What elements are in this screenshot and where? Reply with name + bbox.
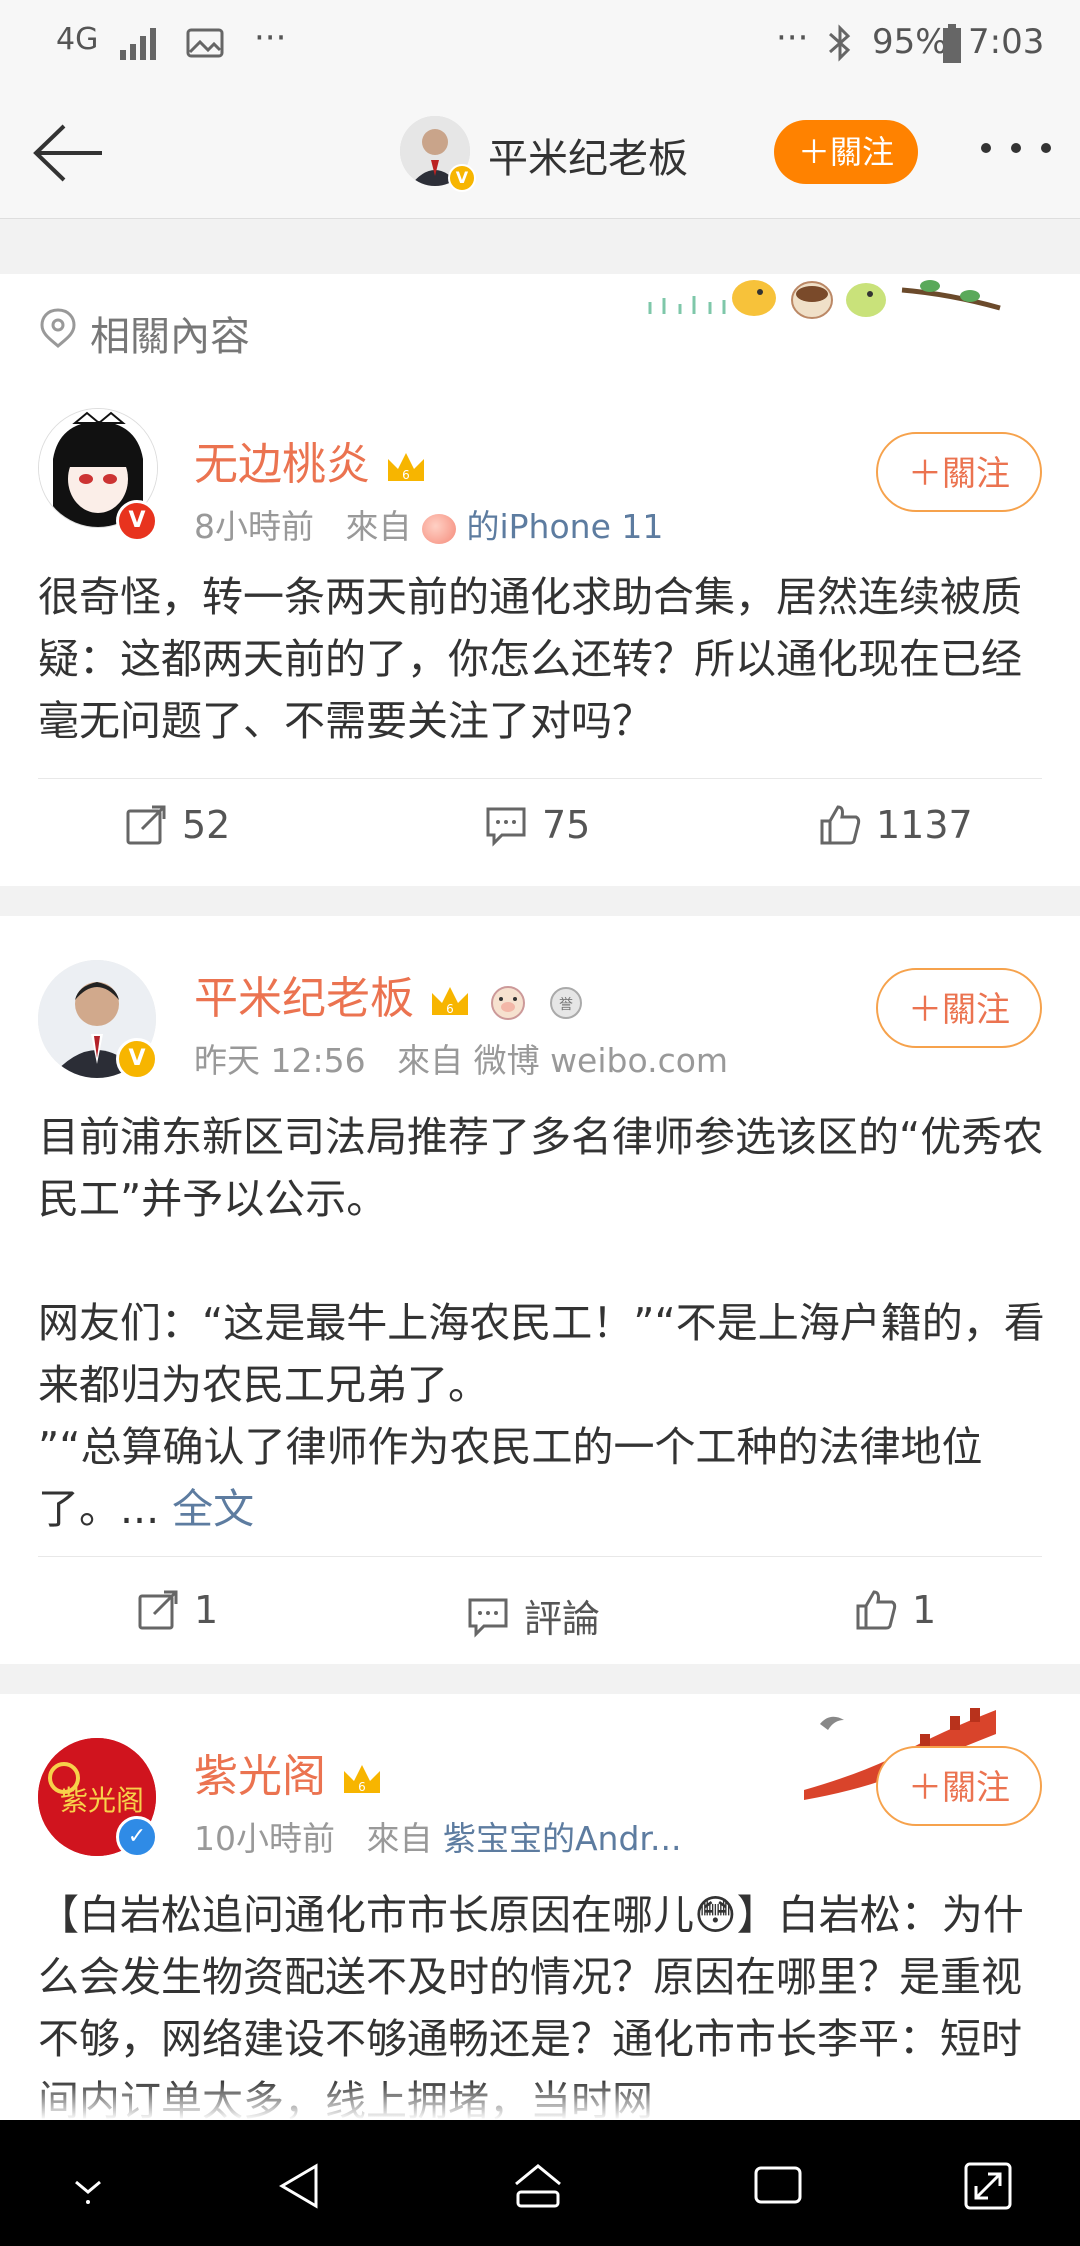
- like-count: 1: [912, 1588, 937, 1632]
- more-status-icon: ···: [776, 18, 809, 58]
- post-source[interactable]: 微博 weibo.com: [474, 1041, 728, 1080]
- comment-icon: [486, 807, 526, 847]
- thumbs-up-icon: [856, 1590, 897, 1630]
- repost-count: 1: [194, 1588, 219, 1632]
- comment-button[interactable]: 75: [484, 803, 590, 847]
- svg-text:6: 6: [402, 468, 410, 482]
- more-options-icon[interactable]: [976, 128, 1056, 168]
- content-fade: [0, 2080, 1080, 2120]
- decorative-birds-icon: [648, 280, 1001, 319]
- related-content-header: 相關內容: [0, 274, 1080, 379]
- repost-icon: [126, 805, 166, 845]
- post-time: 10小時前: [194, 1819, 335, 1858]
- verified-badge-icon: V: [448, 164, 476, 192]
- signal-icon: [120, 28, 156, 60]
- divider: [38, 778, 1042, 779]
- home-nav-icon[interactable]: [510, 2158, 566, 2214]
- post-card[interactable]: V 平米纪老板 6 誉 昨天 12:56 來自 微博 weibo.com ＋關注…: [0, 916, 1080, 1664]
- svg-text:6: 6: [358, 1780, 366, 1794]
- username[interactable]: 紫光阁 6: [194, 1740, 384, 1804]
- image-notification-icon: [186, 28, 224, 58]
- follow-button[interactable]: ＋關注: [876, 432, 1042, 512]
- from-label: 來自: [366, 1819, 433, 1858]
- bluetooth-icon: [829, 24, 851, 62]
- follow-button[interactable]: ＋關注: [774, 120, 918, 184]
- post-meta: 昨天 12:56 來自 微博 weibo.com: [194, 1034, 728, 1082]
- follow-button[interactable]: ＋關注: [876, 1746, 1042, 1826]
- repost-button[interactable]: 52: [124, 803, 230, 847]
- read-more-link[interactable]: 全文: [172, 1485, 254, 1533]
- system-nav-bar: [0, 2120, 1080, 2246]
- verified-badge-icon: V: [116, 1038, 158, 1080]
- expand-screen-icon[interactable]: [960, 2158, 1016, 2214]
- related-icon: [40, 308, 76, 348]
- network-indicator: 4G: [56, 22, 99, 57]
- medal-icon: 誉: [550, 987, 582, 1019]
- svg-text:6: 6: [446, 1002, 454, 1016]
- post-source[interactable]: 的iPhone 11: [466, 507, 663, 546]
- post-meta: 10小時前 來自 紫宝宝的Andr...: [194, 1812, 681, 1860]
- post-source[interactable]: 紫宝宝的Andr...: [443, 1819, 681, 1858]
- like-count: 1137: [876, 803, 973, 847]
- more-notifications-icon: ···: [254, 18, 287, 58]
- divider: [38, 1556, 1042, 1557]
- verified-badge-icon: V: [116, 500, 158, 542]
- svg-text:誉: 誉: [559, 997, 573, 1013]
- page-title: 平米纪老板: [488, 136, 688, 182]
- thumbs-up-icon: [820, 805, 861, 845]
- username[interactable]: 无边桃炎 6: [194, 428, 428, 492]
- vip-crown-icon: 6: [344, 1765, 380, 1794]
- verified-badge-icon: ✓: [116, 1816, 158, 1858]
- repost-count: 52: [182, 803, 231, 847]
- repost-icon: [138, 1590, 178, 1630]
- back-arrow-icon[interactable]: [28, 118, 108, 188]
- app-header: V 平米纪老板 ＋關注: [0, 86, 1080, 219]
- like-button[interactable]: 1137: [818, 803, 973, 847]
- related-label: 相關內容: [90, 314, 250, 360]
- repost-button[interactable]: 1: [136, 1588, 218, 1632]
- comment-label: 評論: [524, 1597, 601, 1641]
- post-meta: 8小時前 來自 的iPhone 11: [194, 500, 663, 548]
- comment-count: 75: [542, 803, 591, 847]
- follow-button[interactable]: ＋關注: [876, 968, 1042, 1048]
- vip-crown-icon: 6: [432, 987, 468, 1016]
- post-text: 很奇怪，转一条两天前的通化求助合集，居然连续被质疑：这都两天前的了，你怎么还转？…: [38, 573, 1022, 745]
- post-card[interactable]: V 无边桃炎 6 8小時前 來自 的iPhone 11 ＋關注 很奇怪，转一条两…: [0, 378, 1080, 886]
- comment-button[interactable]: 評論: [466, 1588, 600, 1643]
- clock: 7:03: [968, 22, 1045, 62]
- from-label: 來自: [397, 1041, 464, 1080]
- recent-apps-icon[interactable]: [750, 2158, 806, 2214]
- back-nav-icon[interactable]: [272, 2158, 328, 2214]
- from-label: 來自: [345, 507, 412, 546]
- peach-icon: [421, 513, 456, 544]
- vip-crown-icon: 6: [388, 453, 424, 482]
- post-text: 目前浦东新区司法局推荐了多名律师参选该区的“优秀农民工”并予以公示。 网友们：“…: [38, 1113, 1045, 1533]
- battery-percent: 95%: [872, 22, 948, 62]
- hide-keyboard-icon[interactable]: [60, 2158, 116, 2214]
- status-bar: 4G ··· ··· 95% 7:03: [0, 0, 1080, 86]
- avatar-text: 紫光阁: [60, 1784, 144, 1817]
- post-card[interactable]: 紫光阁 ✓ 紫光阁 6 10小時前 來自 紫宝宝的Andr... ＋關注 【白岩…: [0, 1694, 1080, 2120]
- like-button[interactable]: 1: [854, 1588, 936, 1632]
- comment-icon: [468, 1598, 508, 1638]
- post-time: 昨天 12:56: [194, 1041, 366, 1080]
- battery-icon: [943, 24, 961, 63]
- post-time: 8小時前: [194, 507, 314, 546]
- username[interactable]: 平米纪老板 6 誉: [194, 962, 588, 1026]
- pig-badge-icon: [491, 986, 525, 1020]
